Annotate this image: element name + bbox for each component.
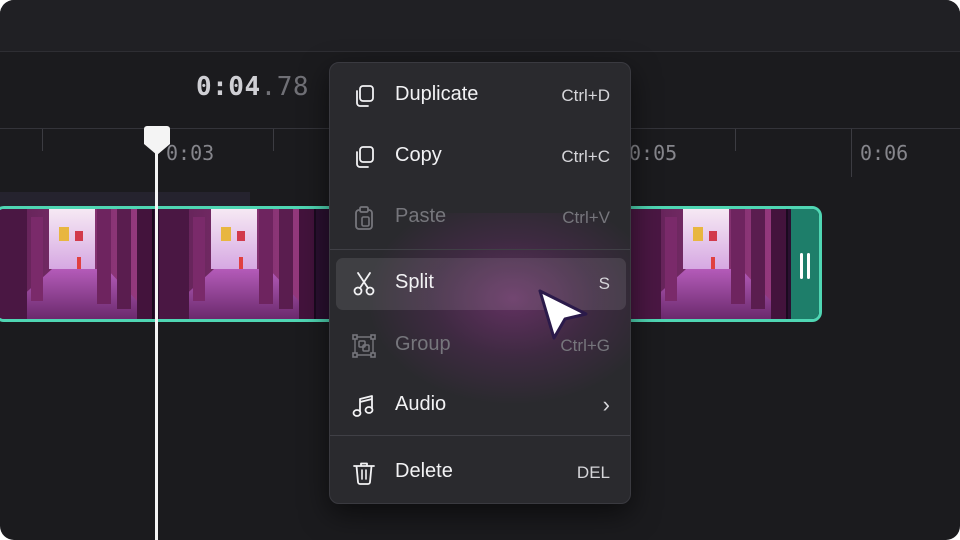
- chevron-right-icon: ›: [602, 392, 610, 417]
- ruler-label: 0:05: [629, 141, 678, 165]
- duplicate-icon: [356, 85, 374, 107]
- menu-item-label: Delete: [395, 460, 453, 482]
- trash-icon: [353, 462, 375, 485]
- menu-item-label: Duplicate: [395, 83, 479, 105]
- clip-thumbnail: [159, 209, 316, 319]
- menu-item-label: Audio: [395, 393, 447, 415]
- menu-item-shortcut: S: [598, 274, 610, 293]
- clip-thumbnail: [631, 209, 788, 319]
- menu-item-shortcut: Ctrl+C: [561, 147, 610, 166]
- ruler-label: 0:06: [860, 141, 909, 165]
- scissors-icon: [353, 272, 375, 296]
- menu-item-shortcut: DEL: [576, 463, 610, 482]
- menu-item-audio[interactable]: Audio ›: [336, 380, 626, 432]
- top-toolbar: [0, 0, 960, 52]
- timecode-fraction: .78: [260, 72, 310, 102]
- video-editor: 0:04.78 0:03 0:05 0:06 Duplicate Ctrl+D …: [0, 0, 960, 540]
- music-note-icon: [352, 395, 374, 417]
- menu-item-shortcut: Ctrl+V: [562, 208, 610, 227]
- menu-item-delete[interactable]: Delete DEL: [336, 447, 626, 499]
- menu-item-label: Split: [395, 271, 434, 293]
- menu-item-copy[interactable]: Copy Ctrl+C: [336, 131, 626, 183]
- ruler-tick: [273, 129, 274, 151]
- context-menu: Duplicate Ctrl+D Copy Ctrl+C Paste Ctrl+…: [329, 62, 631, 504]
- group-icon: [352, 334, 376, 358]
- copy-icon: [356, 146, 374, 168]
- paste-icon: [355, 206, 373, 230]
- menu-item-label: Copy: [395, 144, 442, 166]
- handle-grip: [807, 253, 810, 279]
- menu-item-label: Group: [395, 333, 451, 355]
- timecode-display: 0:04.78: [196, 72, 309, 102]
- menu-item-duplicate[interactable]: Duplicate Ctrl+D: [336, 70, 626, 122]
- clip-thumbnail: [0, 209, 154, 319]
- timecode-main: 0:04: [196, 72, 261, 102]
- menu-item-label: Paste: [395, 205, 447, 227]
- playhead-handle[interactable]: [144, 126, 170, 156]
- menu-item-paste[interactable]: Paste Ctrl+V: [336, 192, 626, 244]
- ruler-tick: [42, 129, 43, 151]
- handle-grip: [800, 253, 803, 279]
- clip-trim-handle[interactable]: [791, 209, 819, 319]
- ruler-tick: [735, 129, 736, 151]
- playhead-line[interactable]: [155, 150, 158, 540]
- ruler-tick: [851, 129, 852, 177]
- mouse-pointer-icon: [538, 289, 588, 340]
- menu-separator: [330, 435, 630, 436]
- ruler-label: 0:03: [166, 141, 215, 165]
- menu-item-shortcut: Ctrl+D: [561, 86, 610, 105]
- menu-separator: [330, 249, 630, 250]
